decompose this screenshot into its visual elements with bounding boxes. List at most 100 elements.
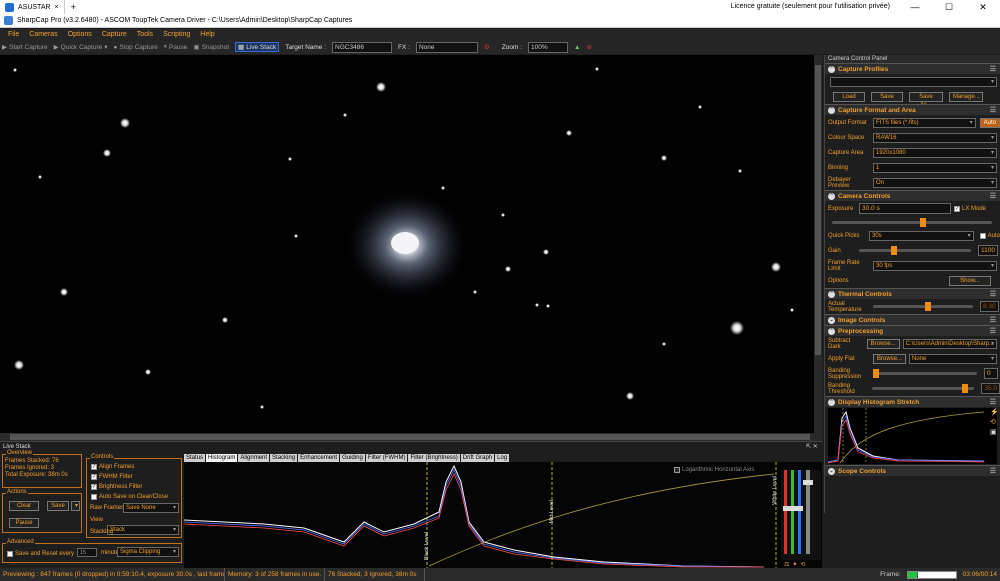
threshold-slider[interactable] [872, 384, 975, 393]
menu-capture[interactable]: Capture [102, 31, 127, 38]
show-options-button[interactable]: Show... [949, 275, 991, 286]
close-window-icon[interactable]: ✕ [966, 0, 1000, 14]
save-as-profile-button[interactable]: Save As... [909, 91, 943, 108]
output-format-select[interactable]: FITS files (*.fits) [873, 117, 976, 128]
auto-format-button[interactable]: Auto [979, 117, 1000, 128]
tab-alignment[interactable]: Alignment [238, 454, 270, 462]
align-frames-checkbox[interactable]: ✓ Align Frames [91, 463, 134, 471]
maximize-icon[interactable]: ☐ [932, 0, 966, 14]
menu-help[interactable]: Help [200, 31, 214, 38]
exposure-slider[interactable] [832, 217, 992, 227]
menu-tools[interactable]: Tools [137, 31, 153, 38]
reset-stretch-icon[interactable]: ⟲ [990, 418, 1000, 426]
tab-enhancement[interactable]: Enhancement [298, 454, 340, 462]
banding-slider-thumb[interactable] [873, 369, 879, 378]
tab-drift-graph[interactable]: Drift Graph [460, 454, 495, 462]
pause-button[interactable]: ⏸ Pause [164, 43, 188, 51]
tab-guiding[interactable]: Guiding [340, 454, 365, 462]
section-menu-icon[interactable]: ☰ [990, 327, 996, 335]
browse-dark-button[interactable]: Browse... [866, 338, 900, 349]
section-capture-profiles[interactable]: ⌃ Capture Profiles ☰ [825, 63, 1000, 74]
save-stretch-icon[interactable]: ▣ [990, 428, 1000, 436]
stop-capture-button[interactable]: ● Stop Capture [113, 44, 157, 51]
save-reset-checkbox[interactable]: Save and Reset every [7, 550, 74, 558]
tab-log[interactable]: Log [495, 454, 510, 462]
raw-frames-select[interactable]: Save None [123, 503, 179, 513]
section-scope-controls[interactable]: ⌄ Scope Controls ☰ [825, 465, 1000, 476]
section-menu-icon[interactable]: ☰ [990, 467, 996, 475]
profile-select[interactable] [830, 76, 997, 87]
balance-icon[interactable]: ⚖ [784, 561, 789, 568]
banding-slider[interactable] [873, 369, 977, 378]
save-options-button[interactable]: ▾ [71, 501, 80, 511]
stretch-histogram[interactable]: ⚡ ⟲ ▣ [828, 408, 1000, 464]
capture-area-select[interactable]: 1920x1080 [873, 147, 997, 158]
minimize-icon[interactable]: — [898, 0, 932, 14]
section-menu-icon[interactable]: ☰ [990, 192, 996, 200]
fwhm-filter-checkbox[interactable]: ✓ FWHM Filter [91, 473, 133, 481]
image-viewport[interactable] [0, 55, 814, 433]
tab-status[interactable]: Status [184, 454, 206, 462]
save-stack-button[interactable]: Save [47, 501, 69, 511]
banding-input[interactable]: 0 [984, 368, 998, 379]
auto-save-checkbox[interactable]: Auto Save on Clear/Close [91, 493, 168, 501]
section-thermal-controls[interactable]: ⌃ Thermal Controls ☰ [825, 288, 1000, 299]
exposure-input[interactable]: 30.0 s [859, 203, 951, 214]
section-menu-icon[interactable]: ☰ [990, 290, 996, 298]
debayer-select[interactable]: On [873, 177, 997, 188]
menu-options[interactable]: Options [68, 31, 92, 38]
gain-slider-thumb[interactable] [891, 246, 897, 255]
fx-settings-icon[interactable]: ⚙ [484, 43, 490, 51]
threshold-slider-thumb[interactable] [962, 384, 969, 393]
histogram-icon[interactable]: ▲ [574, 44, 580, 51]
manage-profiles-button[interactable]: Manage... [949, 91, 983, 102]
section-menu-icon[interactable]: ☰ [990, 398, 996, 406]
section-image-controls[interactable]: ⌄ Image Controls ☰ [825, 314, 1000, 325]
gain-input[interactable]: 1100 [978, 245, 998, 256]
start-capture-button[interactable]: ▶ Start Capture [2, 43, 48, 52]
live-stack-button[interactable]: ▦ Live Stack [235, 42, 280, 52]
fx-select[interactable]: None [415, 41, 478, 53]
viewport-horizontal-scrollbar[interactable] [0, 433, 822, 441]
section-preprocessing[interactable]: ⌃ Preprocessing ☰ [825, 325, 1000, 336]
quick-capture-button[interactable]: ▶ Quick Capture ▾ [54, 43, 108, 52]
tab-filter-fwhm[interactable]: Filter (FWHM) [365, 454, 408, 462]
section-menu-icon[interactable]: ☰ [990, 316, 996, 324]
reset-levels-icon[interactable]: ⟲ [800, 561, 805, 568]
flat-file-select[interactable]: None [909, 353, 997, 364]
frame-rate-select[interactable]: 30 fps [873, 260, 997, 271]
new-tab-icon[interactable]: + [65, 2, 76, 12]
target-input[interactable]: NGC3486 [332, 41, 393, 53]
section-capture-format[interactable]: ⌃ Capture Format and Area ☰ [825, 104, 1000, 115]
tab-stacking[interactable]: Stacking [270, 454, 298, 462]
browse-flat-button[interactable]: Browse... [873, 353, 907, 364]
lx-mode-checkbox[interactable]: ✓ LX Mode [954, 205, 986, 213]
section-histogram-stretch[interactable]: ⌃ Display Histogram Stretch ☰ [825, 396, 1000, 407]
snapshot-button[interactable]: ▣ Snapshot [193, 43, 229, 52]
auto-exposure-checkbox[interactable]: Auto [979, 232, 1000, 240]
menu-cameras[interactable]: Cameras [29, 31, 57, 38]
viewport-vertical-scrollbar[interactable] [814, 55, 822, 433]
threshold-input[interactable]: 35.0 [981, 383, 1000, 394]
save-profile-button[interactable]: Save [871, 91, 903, 102]
zoom-icon[interactable]: ⊕ [586, 43, 591, 51]
gain-slider[interactable] [859, 246, 971, 255]
load-profile-button[interactable]: Load [833, 91, 865, 102]
minutes-input[interactable]: 15 [77, 548, 97, 557]
stack-histogram[interactable]: ✓ Logarithmic Horizontal Axis Black Level… [184, 462, 822, 568]
quick-picks-select[interactable]: 30s [869, 230, 974, 241]
brightness-filter-checkbox[interactable]: ✓ Brightness Filter [91, 483, 142, 491]
browser-tab[interactable]: ASUSTAR × [0, 0, 65, 14]
clear-stack-button[interactable]: Clear [9, 501, 39, 511]
section-camera-controls[interactable]: ⌃ Camera Controls ☰ [825, 190, 1000, 201]
colour-space-select[interactable]: RAW16 [873, 132, 997, 143]
tab-filter-brightness[interactable]: Filter (Brightness) [408, 454, 460, 462]
exposure-slider-thumb[interactable] [920, 217, 926, 227]
pause-stack-button[interactable]: Pause [9, 518, 39, 528]
binning-select[interactable]: 1 [873, 162, 997, 173]
log-axis-checkbox[interactable]: ✓ Logarithmic Horizontal Axis [674, 466, 754, 474]
menu-file[interactable]: File [8, 31, 19, 38]
section-menu-icon[interactable]: ☰ [990, 65, 996, 73]
star-icon[interactable]: ✦ [792, 561, 797, 568]
menu-scripting[interactable]: Scripting [163, 31, 190, 38]
